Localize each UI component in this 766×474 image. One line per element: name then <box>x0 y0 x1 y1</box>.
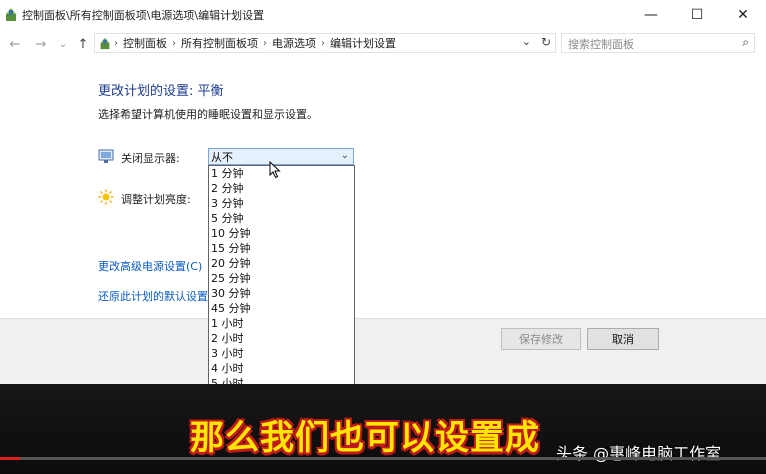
dropdown-option[interactable]: 10 分钟 <box>209 226 354 241</box>
display-off-value: 从不 <box>211 150 233 164</box>
recent-locations-button[interactable]: ⌄ <box>54 35 72 53</box>
breadcrumb-separator: › <box>172 37 176 49</box>
footer-bar: 保存修改 取消 <box>0 318 766 385</box>
display-off-select[interactable]: 从不 ⌄ <box>208 148 354 165</box>
breadcrumb-separator: › <box>321 37 325 49</box>
video-progress-bar[interactable] <box>0 457 766 460</box>
dropdown-option[interactable]: 1 小时 <box>209 316 354 331</box>
content-area: 更改计划的设置: 平衡 选择希望计算机使用的睡眠设置和显示设置。 关闭显示器: … <box>0 58 766 318</box>
watermark: 头条 @惠峰电脑工作室 <box>556 444 722 463</box>
restore-defaults-link[interactable]: 还原此计划的默认设置 <box>98 288 208 304</box>
search-icon[interactable]: ⌕ <box>742 35 749 50</box>
back-button[interactable]: ← <box>6 35 24 53</box>
search-input[interactable] <box>566 35 740 53</box>
forward-arrow-icon: → <box>35 36 47 52</box>
breadcrumb-item[interactable]: 电源选项 <box>269 35 319 51</box>
display-off-label: 关闭显示器: <box>121 152 180 165</box>
up-button[interactable]: ↑ <box>74 35 92 53</box>
brightness-label: 调整计划亮度: <box>121 193 191 206</box>
video-progress-fill <box>0 457 20 460</box>
window-title: 控制面板\所有控制面板项\电源选项\编辑计划设置 <box>22 9 265 22</box>
breadcrumb-item[interactable]: 控制面板 <box>120 35 170 51</box>
control-panel-icon <box>100 37 110 50</box>
refresh-icon[interactable]: ↻ <box>541 35 551 49</box>
dropdown-option[interactable]: 25 分钟 <box>209 271 354 286</box>
dropdown-option[interactable]: 4 小时 <box>209 361 354 376</box>
address-dropdown-icon[interactable]: ⌄ <box>522 35 531 48</box>
control-panel-icon <box>6 8 16 21</box>
dropdown-option[interactable]: 3 小时 <box>209 346 354 361</box>
dropdown-option[interactable]: 45 分钟 <box>209 301 354 316</box>
breadcrumb-separator: › <box>114 37 118 49</box>
chevron-down-icon: ⌄ <box>340 150 349 161</box>
dropdown-option[interactable]: 2 分钟 <box>209 181 354 196</box>
maximize-button[interactable]: ☐ <box>674 0 720 30</box>
cancel-button[interactable]: 取消 <box>587 328 659 350</box>
dropdown-option[interactable]: 30 分钟 <box>209 286 354 301</box>
breadcrumb[interactable]: › 控制面板 › 所有控制面板项 › 电源选项 › 编辑计划设置 ⌄ ↻ <box>94 33 556 53</box>
search-box[interactable]: ⌕ <box>561 33 755 53</box>
monitor-icon <box>98 149 114 163</box>
page-title: 更改计划的设置: 平衡 <box>98 84 224 99</box>
sun-icon <box>98 189 114 205</box>
save-button[interactable]: 保存修改 <box>501 328 581 350</box>
dropdown-option[interactable]: 20 分钟 <box>209 256 354 271</box>
chevron-down-icon: ⌄ <box>58 38 68 50</box>
display-off-dropdown[interactable]: 1 分钟 2 分钟 3 分钟 5 分钟 10 分钟 15 分钟 20 分钟 25… <box>208 165 355 408</box>
dropdown-option[interactable]: 3 分钟 <box>209 196 354 211</box>
forward-button[interactable]: → <box>32 35 50 53</box>
close-button[interactable]: ✕ <box>720 0 766 30</box>
title-bar: 控制面板\所有控制面板项\电源选项\编辑计划设置 — ☐ ✕ <box>0 0 766 30</box>
address-bar: ← → ⌄ ↑ › 控制面板 › 所有控制面板项 › 电源选项 › 编辑计划设置… <box>0 30 766 58</box>
mouse-cursor-icon <box>269 161 281 179</box>
dropdown-option[interactable]: 5 分钟 <box>209 211 354 226</box>
back-arrow-icon: ← <box>9 36 21 52</box>
maximize-icon: ☐ <box>690 7 704 23</box>
up-arrow-icon: ↑ <box>77 36 89 52</box>
breadcrumb-item[interactable]: 所有控制面板项 <box>178 35 261 51</box>
page-description: 选择希望计算机使用的睡眠设置和显示设置。 <box>98 108 318 121</box>
minimize-button[interactable]: — <box>628 0 674 30</box>
dropdown-option[interactable]: 15 分钟 <box>209 241 354 256</box>
video-subtitle: 那么我们也可以设置成 <box>190 418 540 458</box>
dropdown-option[interactable]: 1 分钟 <box>209 166 354 181</box>
minimize-icon: — <box>644 7 658 23</box>
breadcrumb-separator: › <box>263 37 267 49</box>
dropdown-option[interactable]: 2 小时 <box>209 331 354 346</box>
advanced-settings-link[interactable]: 更改高级电源设置(C) <box>98 258 202 274</box>
breadcrumb-item[interactable]: 编辑计划设置 <box>327 35 399 51</box>
close-icon: ✕ <box>737 7 749 23</box>
